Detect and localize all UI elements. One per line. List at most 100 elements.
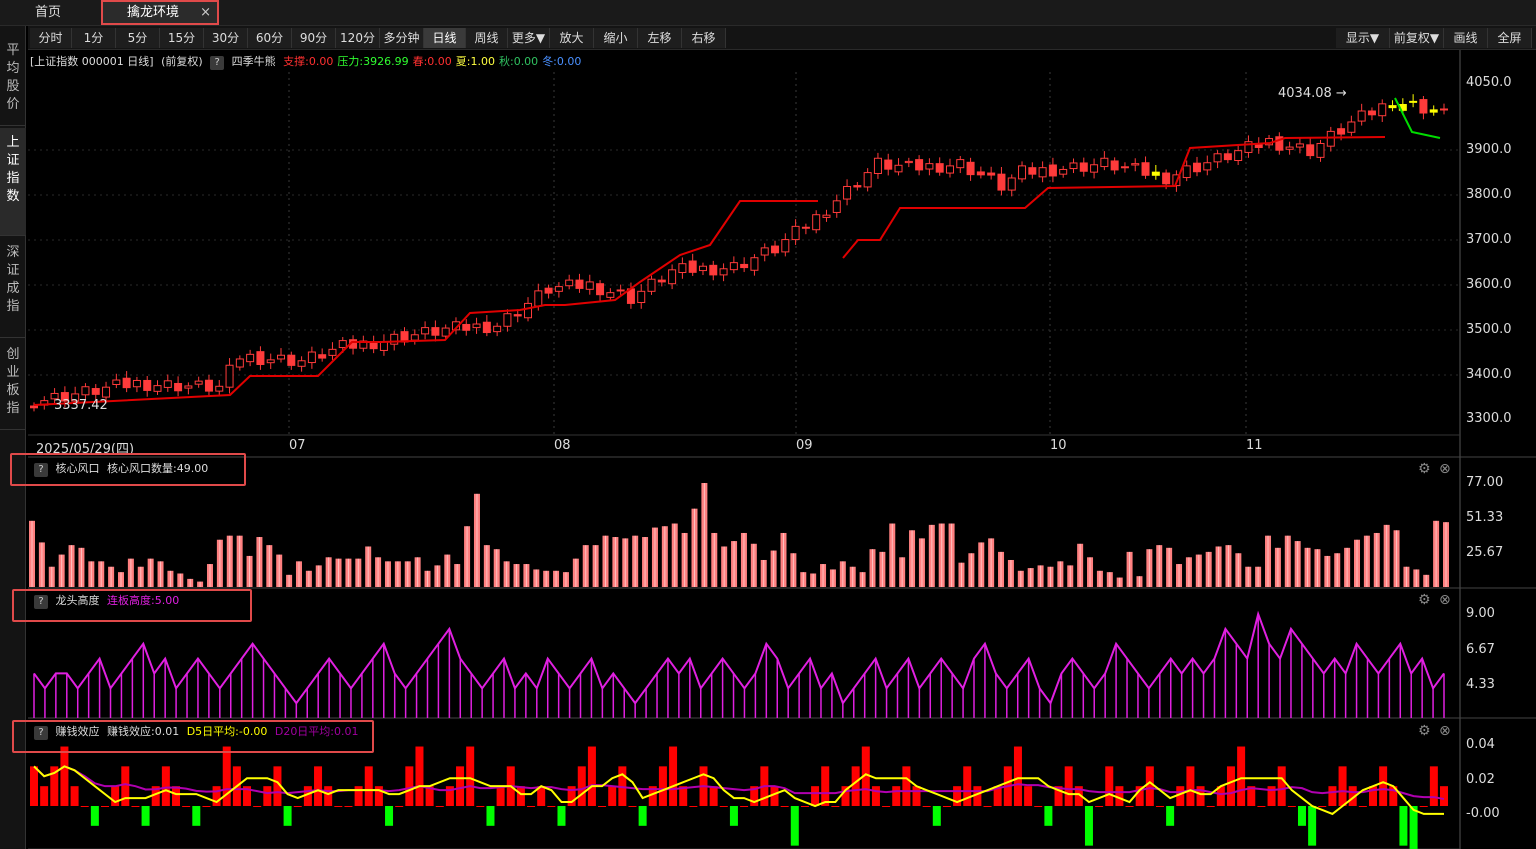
panel3-bar (547, 806, 556, 807)
gear-icon[interactable]: ⚙ (1418, 461, 1431, 477)
panel3-bar (1024, 786, 1033, 806)
candle-body (153, 385, 162, 392)
panel3-bar (131, 806, 140, 807)
close-icon[interactable]: ⊗ (1439, 461, 1451, 477)
panel3-bar (902, 766, 911, 806)
app-window: { "tabs": {"home": "首页", "active": "擒龙环境… (0, 0, 1536, 849)
y-tick-label: 0.04 (1466, 737, 1495, 752)
candle-body (616, 289, 625, 292)
support-line (33, 200, 818, 406)
panel3-bar (385, 806, 394, 826)
panel3-bar (496, 786, 505, 806)
candle-body (1100, 157, 1109, 168)
candle-body (1038, 167, 1047, 178)
panel3-bar (871, 786, 880, 806)
panel3-bar (456, 766, 465, 806)
candle-body (338, 340, 347, 349)
close-icon[interactable]: ⊗ (1439, 592, 1451, 608)
candle-body (1285, 146, 1294, 150)
candle-body (822, 214, 831, 218)
candle-body (935, 163, 944, 173)
panel3-bar (669, 746, 678, 806)
candle-body (441, 327, 450, 337)
panel2-line (33, 610, 1445, 706)
panel3-bar (1084, 806, 1093, 846)
candle-body (1234, 150, 1243, 162)
candle-body (554, 286, 563, 292)
panel3-bar (486, 806, 495, 826)
candle-body (1110, 160, 1119, 171)
gear-icon[interactable]: ⚙ (1418, 592, 1431, 608)
panel3-bar (922, 806, 931, 807)
candle-body (225, 364, 234, 388)
panel3-bar (1328, 786, 1337, 806)
candle-body (1141, 162, 1150, 176)
panel3-bar (30, 766, 38, 806)
candle-body (122, 377, 131, 389)
y-tick-label: 25.67 (1466, 545, 1504, 560)
candle-body (915, 159, 924, 171)
candle-body (544, 287, 553, 294)
panel3-bar (1308, 806, 1317, 846)
panel3-bar (912, 786, 921, 806)
panel3-bar (1277, 766, 1286, 806)
candle-body (184, 385, 193, 389)
candle-body (1079, 162, 1088, 172)
candle-body (945, 165, 954, 174)
candle-body (1162, 172, 1171, 185)
candle-body (431, 327, 440, 336)
candle-body (174, 382, 183, 392)
candle-body (297, 360, 306, 367)
panel3-bar (1226, 766, 1235, 806)
panel3-bar (364, 766, 373, 806)
y-tick-label: 4.33 (1466, 677, 1495, 692)
panel3-bar (476, 806, 485, 807)
panel3-bar (1440, 786, 1448, 806)
candle-body (956, 159, 965, 169)
panel3-bar (790, 806, 799, 846)
candle-body (596, 283, 605, 296)
panel3-bar (1095, 806, 1104, 807)
panel3-bar (1013, 746, 1022, 806)
highlight-box (12, 589, 252, 622)
panel3-bar (1257, 806, 1266, 807)
panel3-bar (1409, 806, 1418, 849)
panel3-bar (263, 786, 272, 806)
candle-body (966, 161, 975, 176)
candle-body (1429, 109, 1438, 113)
panel3-bar (1237, 746, 1246, 806)
candle-body (1131, 163, 1140, 166)
panel3-bar (598, 806, 607, 807)
candle-body (112, 379, 121, 386)
close-icon[interactable]: ⊗ (1439, 723, 1451, 739)
panel3-bar (1064, 766, 1073, 806)
candle-body (1316, 142, 1325, 158)
candle-body (390, 333, 399, 345)
candle-body (235, 358, 244, 368)
panel3-bar (882, 806, 891, 807)
candle-body (132, 379, 141, 388)
gear-icon[interactable]: ⚙ (1418, 723, 1431, 739)
candle-body (277, 354, 286, 360)
y-tick-label: 9.00 (1466, 606, 1495, 621)
candle-body (873, 157, 882, 174)
panel3-bar (405, 766, 414, 806)
candle-body (1306, 144, 1315, 157)
panel3-bar (800, 806, 809, 807)
candle-body (30, 405, 38, 409)
y-tick-label: 3900.0 (1466, 142, 1512, 157)
candle-body (791, 225, 800, 241)
candle-body (102, 386, 111, 398)
candle-body (1367, 110, 1376, 116)
candle-body (585, 281, 594, 290)
y-tick-label: 3600.0 (1466, 277, 1512, 292)
panel3-bar (344, 806, 353, 807)
candle-body (482, 321, 491, 334)
candle-body (1182, 165, 1191, 179)
panel3-bar (334, 806, 343, 807)
panel3-bar (719, 806, 728, 807)
candle-body (606, 292, 615, 298)
candle-body (997, 173, 1006, 191)
candle-body (215, 385, 224, 392)
candle-body (709, 264, 718, 276)
